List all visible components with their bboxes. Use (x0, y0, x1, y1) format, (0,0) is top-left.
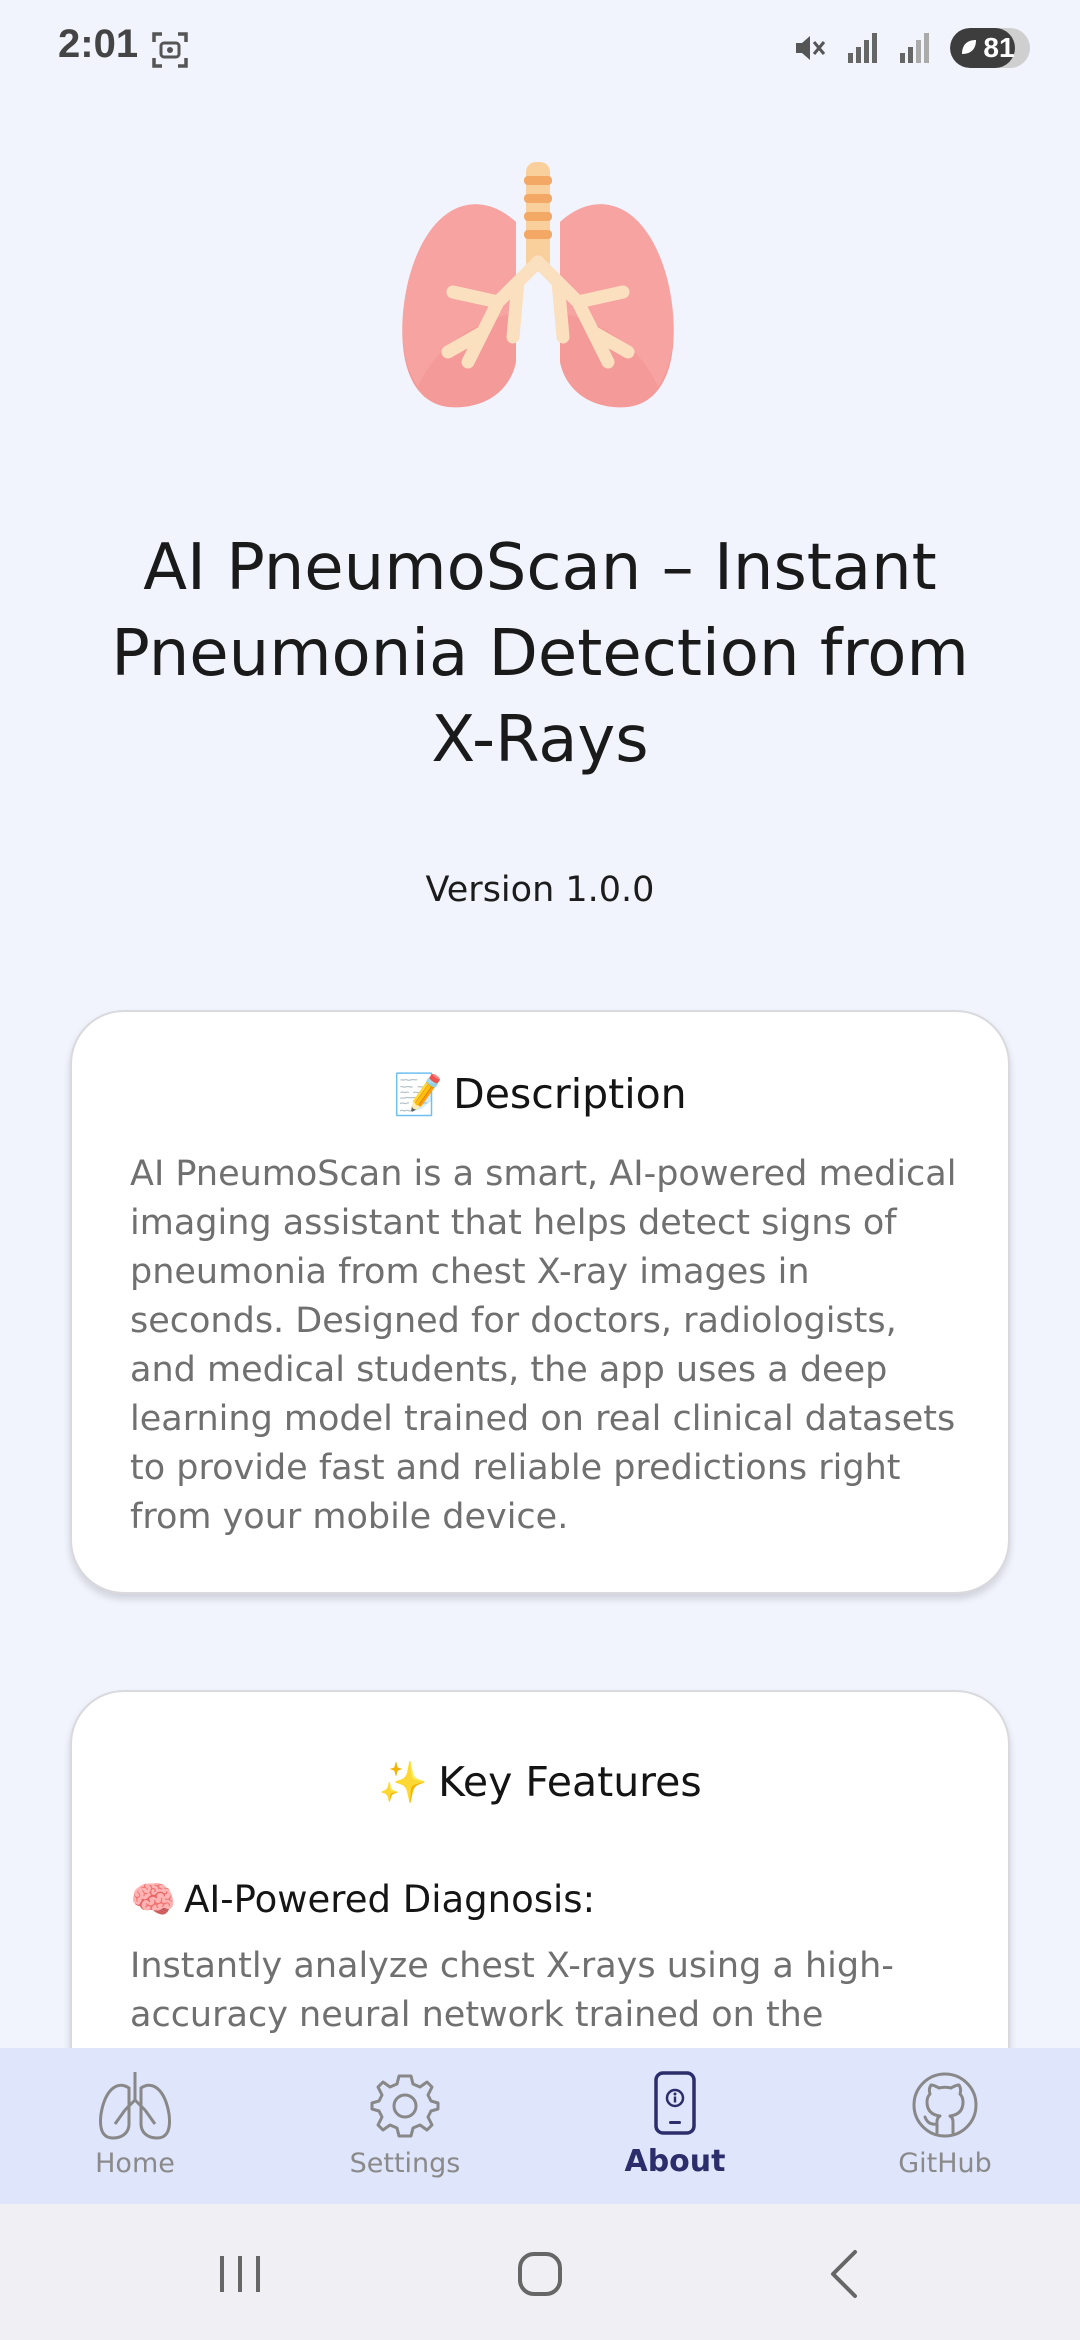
sparkles-icon: ✨ (378, 1760, 429, 1806)
home-system-icon[interactable] (510, 2244, 570, 2304)
brain-icon: 🧠 (130, 1878, 177, 1921)
app-title: AI PneumoScan – Instant Pneumonia Detect… (111, 531, 969, 777)
lungs-logo-icon (402, 162, 674, 408)
key-features-card: ✨ Key Features 🧠 AI-Powered Diagnosis: Ins… (70, 1690, 1010, 2048)
nav-about[interactable]: About (540, 2048, 810, 2204)
feature-title: 🧠 AI-Powered Diagnosis: (130, 1878, 596, 1921)
gear-icon (370, 2074, 440, 2138)
battery-level: 81 (983, 32, 1015, 63)
mute-icon (796, 36, 826, 60)
description-heading: 📝 Description (72, 1070, 1008, 1118)
recent-apps-icon[interactable] (210, 2244, 270, 2304)
feature-text: Instantly analyze chest X-rays using a h… (130, 1946, 894, 2048)
about-content[interactable]: AI PneumoScan – Instant Pneumonia Detect… (0, 100, 1080, 2048)
nav-settings-label: Settings (349, 2148, 461, 2179)
app-version: Version 1.0.0 (425, 870, 655, 910)
memo-icon: 📝 (393, 1072, 444, 1118)
nav-home[interactable]: Home (0, 2048, 270, 2204)
back-icon[interactable] (815, 2244, 875, 2304)
description-card: 📝 Description AI PneumoScan is a smart, A… (70, 1010, 1010, 1594)
phone-info-icon (654, 2071, 696, 2135)
bottom-navigation: Home Settings About GitHub (0, 2048, 1080, 2204)
key-features-heading: ✨ Key Features (72, 1758, 1008, 1806)
battery-indicator: 81 (950, 28, 1030, 68)
description-text: AI PneumoScan is a smart, AI-powered med… (130, 1154, 957, 1537)
signal-icon-2 (900, 33, 929, 63)
nav-github-label: GitHub (898, 2148, 992, 2179)
key-features-title: Key Features (438, 1758, 702, 1806)
description-title: Description (453, 1070, 687, 1118)
nav-settings[interactable]: Settings (270, 2048, 540, 2204)
screen-capture-icon (152, 32, 188, 68)
lungs-icon (99, 2072, 171, 2140)
github-icon (912, 2072, 978, 2138)
system-navigation-bar (0, 2204, 1080, 2340)
nav-about-label: About (624, 2144, 726, 2179)
nav-home-label: Home (95, 2148, 175, 2179)
status-bar: 2:01 81 (0, 0, 1080, 100)
nav-github[interactable]: GitHub (810, 2048, 1080, 2204)
signal-icon (848, 33, 877, 63)
status-time: 2:01 (58, 22, 139, 66)
